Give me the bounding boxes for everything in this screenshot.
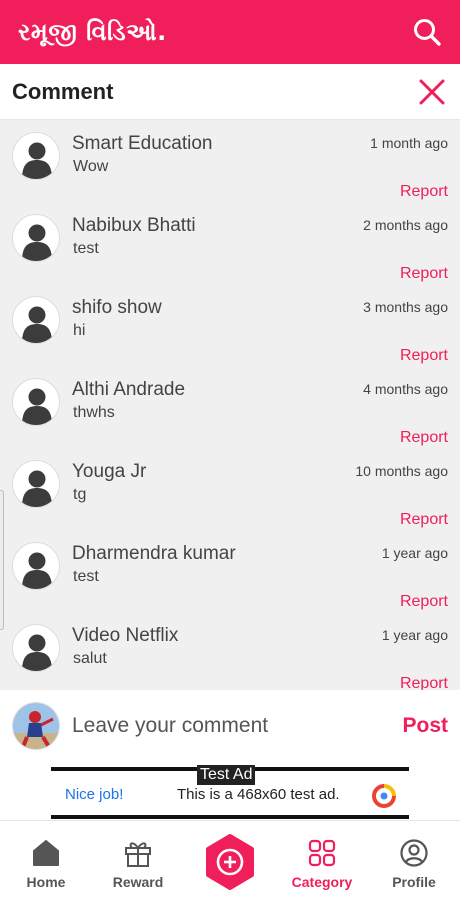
nav-reward[interactable]: Reward xyxy=(92,821,184,900)
default-avatar-icon xyxy=(12,378,60,426)
nav-profile-label: Profile xyxy=(392,874,436,890)
user-avatar xyxy=(12,702,60,750)
report-button[interactable]: Report xyxy=(400,347,448,365)
comment-time: 1 year ago xyxy=(381,545,448,561)
comment-text: test xyxy=(73,568,99,585)
comment-author: Nabibux Bhatti xyxy=(72,215,196,236)
report-button[interactable]: Report xyxy=(400,593,448,611)
profile-icon xyxy=(398,837,430,869)
sheet-title: Comment xyxy=(12,78,114,104)
comment-item: shifo show 3 months ago hi Report xyxy=(0,284,460,366)
default-avatar-icon xyxy=(12,624,60,672)
close-button[interactable] xyxy=(416,76,448,108)
comment-author: Althi Andrade xyxy=(72,379,186,400)
gift-icon xyxy=(122,837,154,869)
app-title: રમૂજી વિડિઓ. xyxy=(18,18,167,46)
search-icon xyxy=(414,19,441,46)
ad-label: Test Ad xyxy=(197,765,256,785)
comment-input[interactable] xyxy=(72,714,395,738)
comment-item: Smart Education 1 month ago Wow Report xyxy=(0,120,460,202)
report-button[interactable]: Report xyxy=(400,183,448,201)
default-avatar-icon xyxy=(12,296,60,344)
nav-profile[interactable]: Profile xyxy=(368,821,460,900)
comment-item: Althi Andrade 4 months ago thwhs Report xyxy=(0,366,460,448)
comment-author: shifo show xyxy=(72,297,162,318)
comment-list[interactable]: Smart Education 1 month ago Wow Report N… xyxy=(0,120,460,690)
comment-text: tg xyxy=(73,486,87,503)
nav-category[interactable]: Category xyxy=(276,821,368,900)
nav-home[interactable]: Home xyxy=(0,821,92,900)
comment-text: hi xyxy=(73,322,86,339)
comment-time: 10 months ago xyxy=(355,463,448,479)
ad-text: This is a 468x60 test ad. xyxy=(177,786,340,803)
nav-reward-label: Reward xyxy=(112,874,164,890)
default-avatar-icon xyxy=(12,542,60,590)
comment-author: Dharmendra kumar xyxy=(72,543,236,564)
default-avatar-icon xyxy=(12,132,60,180)
report-button[interactable]: Report xyxy=(400,675,448,690)
comment-text: test xyxy=(73,240,99,257)
grid-icon xyxy=(306,837,338,869)
default-avatar-icon xyxy=(12,214,60,262)
search-button[interactable] xyxy=(410,15,444,49)
app-bar: રમૂજી વિડિઓ. xyxy=(0,0,460,64)
comment-composer: Post xyxy=(0,690,460,762)
ad-cta[interactable]: Nice job! xyxy=(65,786,123,803)
edge-drag-handle[interactable] xyxy=(0,490,4,630)
comment-time: 2 months ago xyxy=(363,217,448,233)
report-button[interactable]: Report xyxy=(400,511,448,529)
comment-item: Nabibux Bhatti 2 months ago test Report xyxy=(0,202,460,284)
bottom-nav: Home Reward Category Profile xyxy=(0,820,460,900)
comment-text: salut xyxy=(73,650,107,667)
comment-author: Smart Education xyxy=(72,133,213,154)
nav-home-label: Home xyxy=(26,874,66,890)
ad-area: Nice job! This is a 468x60 test ad. Test… xyxy=(0,762,460,820)
comment-author: Youga Jr xyxy=(72,461,147,482)
comment-sheet-header: Comment xyxy=(0,64,460,120)
comment-item: Youga Jr 10 months ago tg Report xyxy=(0,448,460,530)
comment-time: 1 month ago xyxy=(370,135,448,151)
adchoices-logo[interactable] xyxy=(371,783,397,809)
post-button[interactable]: Post xyxy=(402,714,448,738)
nav-category-label: Category xyxy=(291,874,353,890)
report-button[interactable]: Report xyxy=(400,429,448,447)
comment-author: Video Netflix xyxy=(72,625,179,646)
report-button[interactable]: Report xyxy=(400,265,448,283)
close-icon xyxy=(419,79,445,104)
comment-time: 3 months ago xyxy=(363,299,448,315)
add-video-button[interactable] xyxy=(202,834,258,890)
comment-item: Dharmendra kumar 1 year ago test Report xyxy=(0,530,460,612)
comment-text: thwhs xyxy=(73,404,115,421)
home-icon xyxy=(30,837,62,869)
comment-item: Video Netflix 1 year ago salut Report xyxy=(0,612,460,690)
comment-text: Wow xyxy=(73,158,109,175)
default-avatar-icon xyxy=(12,460,60,508)
plus-circle-icon xyxy=(206,834,254,890)
comment-time: 4 months ago xyxy=(363,381,448,397)
comment-time: 1 year ago xyxy=(381,627,448,643)
